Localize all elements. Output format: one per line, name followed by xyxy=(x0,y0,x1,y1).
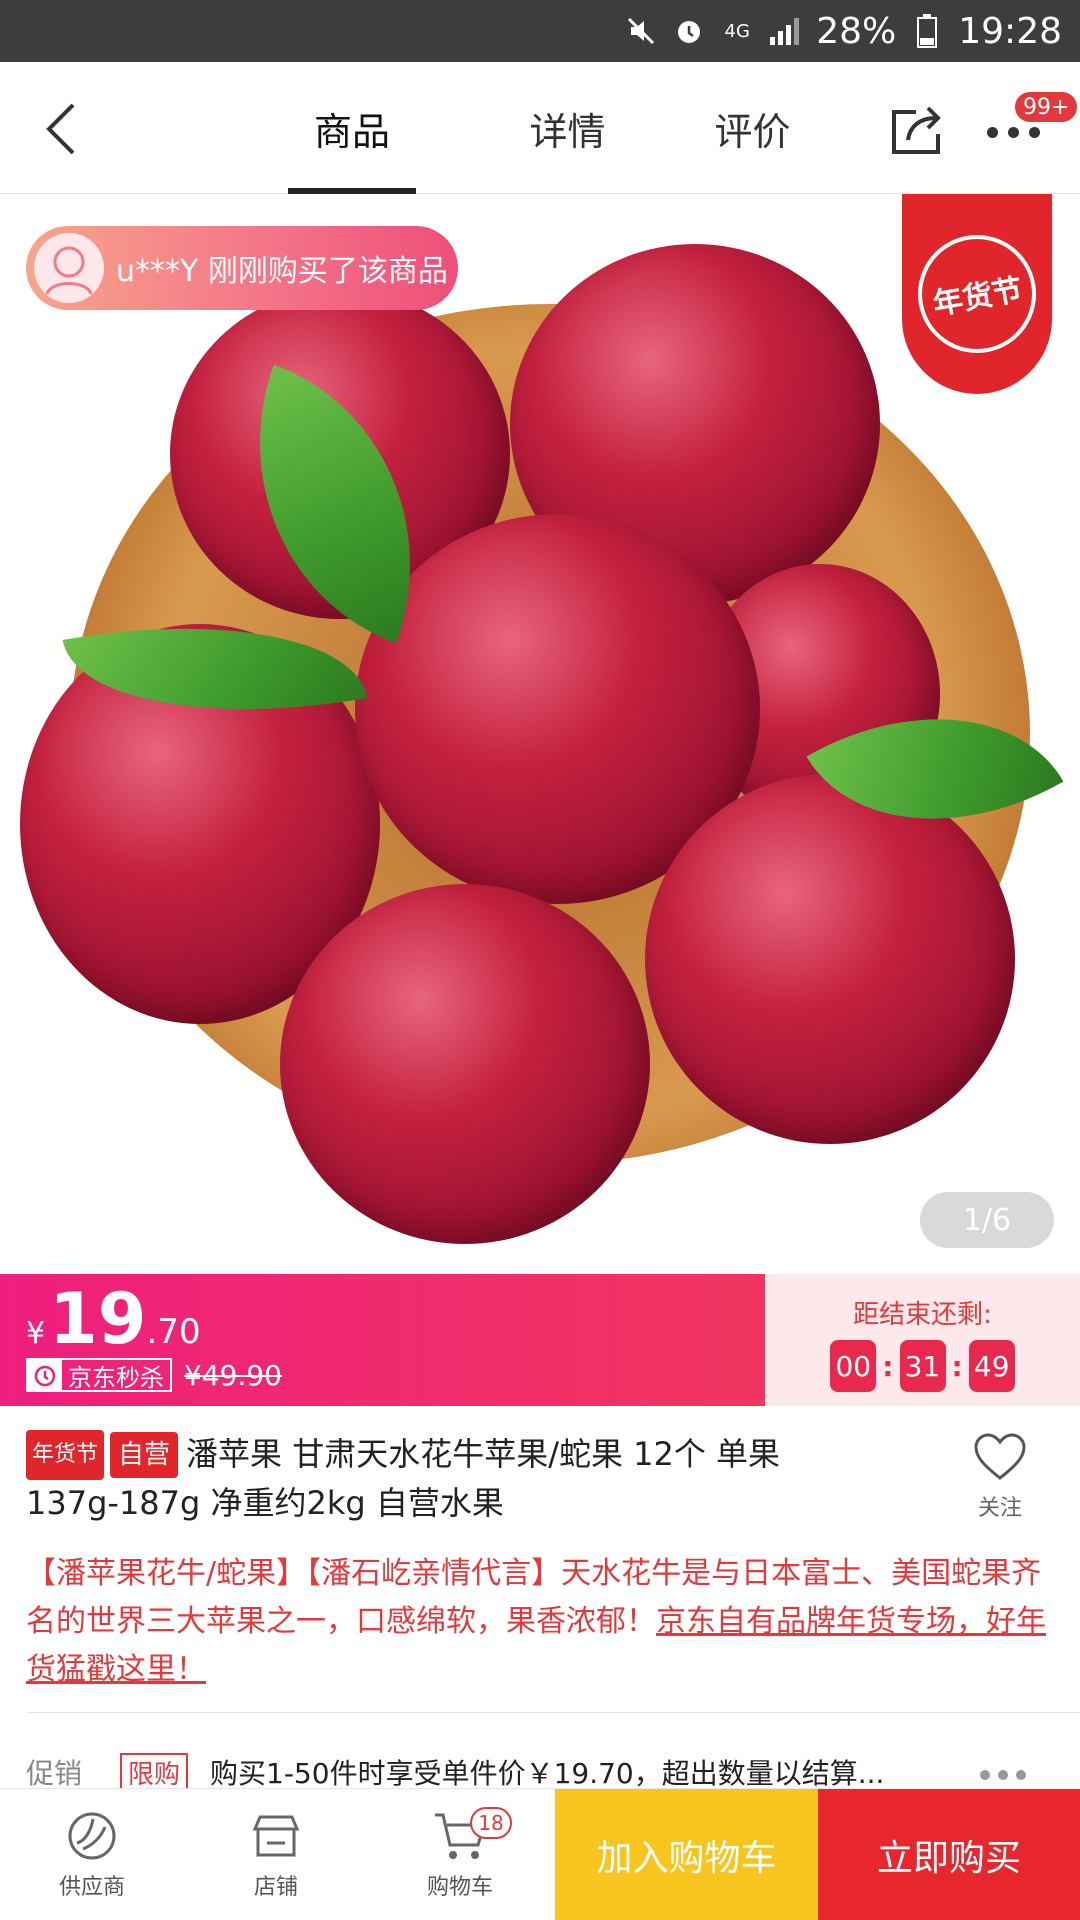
divider xyxy=(26,1712,1080,1713)
more-dot xyxy=(1028,126,1040,138)
image-pager: 1/6 xyxy=(920,1192,1054,1248)
product-title-line: 137g-187g 净重约2kg 自营水果 xyxy=(26,1480,926,1526)
buyer-toast-text: u***Y 刚刚购买了该商品 xyxy=(116,254,448,289)
original-price: ¥49.90 xyxy=(184,1358,282,1392)
seckill-row: 京东秒杀 ¥49.90 xyxy=(26,1358,282,1392)
more-dot xyxy=(980,1770,990,1780)
alarm-icon xyxy=(672,14,706,48)
product-title: 年货节 自营 潘苹果 甘肃天水花牛苹果/蛇果 12个 单果 137g-187g 净重… xyxy=(26,1430,926,1526)
recent-buyer-toast: u***Y 刚刚购买了该商品 xyxy=(26,226,458,310)
apple-image xyxy=(645,774,1015,1144)
supplier-icon xyxy=(68,1812,116,1860)
product-title-line: 年货节 自营 潘苹果 甘肃天水花牛苹果/蛇果 12个 单果 xyxy=(26,1430,926,1480)
product-promo-description: 【潘苹果花牛/蛇果】【潘石屹亲情代言】天水花牛是与日本富士、美国蛇果齐名的世界三… xyxy=(26,1550,1056,1694)
cart-button[interactable]: 购物车 18 xyxy=(370,1789,550,1920)
shop-icon xyxy=(252,1815,300,1857)
price-decimal: .70 xyxy=(146,1312,201,1352)
back-button[interactable] xyxy=(26,94,96,164)
supplier-button[interactable]: 供应商 xyxy=(2,1789,182,1920)
clock-time: 19:28 xyxy=(958,10,1062,52)
top-navigation: 商品 详情 评价 xyxy=(0,62,1080,194)
battery-icon xyxy=(910,14,944,48)
countdown-label: 距结束还剩: xyxy=(853,1300,992,1330)
countdown-colon: : xyxy=(951,1349,963,1383)
back-arrow-icon xyxy=(46,103,75,155)
more-dot xyxy=(998,1770,1008,1780)
buy-now-button[interactable]: 立即购买 xyxy=(818,1789,1080,1920)
more-dot xyxy=(1007,126,1019,138)
current-price: ¥ 19 .70 xyxy=(26,1284,201,1354)
tab-product[interactable]: 商品 xyxy=(288,62,475,194)
tab-reviews[interactable]: 评价 xyxy=(660,62,845,194)
shop-label: 店铺 xyxy=(253,1875,298,1900)
more-dot xyxy=(986,126,998,138)
follow-button[interactable]: 关注 xyxy=(960,1432,1040,1522)
promotion-label: 促销 xyxy=(26,1757,83,1790)
countdown-hours: 00 xyxy=(830,1340,877,1392)
clock-icon xyxy=(28,1358,62,1392)
more-dot xyxy=(1016,1770,1026,1780)
seckill-label: 京东秒杀 xyxy=(68,1363,164,1392)
promotion-row[interactable]: 促销 限购 购买1-50件时享受单件价￥19.70，超出数量以结算... xyxy=(26,1752,1056,1792)
countdown-seconds: 49 xyxy=(968,1340,1015,1392)
signal-icon xyxy=(768,14,802,48)
countdown-minutes: 31 xyxy=(899,1340,946,1392)
tab-bar: 商品 详情 评价 xyxy=(288,62,845,194)
countdown-timer: 00 : 31 : 49 xyxy=(765,1340,1080,1392)
avatar xyxy=(34,233,104,303)
heart-icon xyxy=(974,1433,1026,1480)
mute-icon xyxy=(624,14,658,48)
currency-symbol: ¥ xyxy=(26,1316,46,1351)
battery-percent: 28% xyxy=(816,10,897,52)
self-operated-tag: 自营 xyxy=(110,1432,179,1478)
cart-label: 购物车 xyxy=(426,1875,493,1900)
message-badge: 99+ xyxy=(1013,90,1080,124)
purchase-limit-badge: 限购 xyxy=(120,1753,189,1791)
product-title-text: 潘苹果 甘肃天水花牛苹果/蛇果 12个 单果 xyxy=(186,1435,781,1473)
share-button[interactable] xyxy=(886,100,946,160)
apple-image xyxy=(280,884,650,1244)
status-bar: 4G 28% 19:28 xyxy=(0,0,1080,62)
shop-button[interactable]: 店铺 xyxy=(186,1789,366,1920)
promotion-text: 购买1-50件时享受单件价￥19.70，超出数量以结算... xyxy=(210,1757,885,1790)
share-icon xyxy=(892,106,941,154)
seckill-badge: 京东秒杀 xyxy=(26,1358,172,1392)
cart-count-badge: 18 xyxy=(470,1807,512,1839)
tab-details[interactable]: 详情 xyxy=(475,62,660,194)
bottom-action-bar: 供应商 店铺 购物车 18 加入购物车 立即购买 xyxy=(0,1788,1080,1920)
product-image-carousel[interactable]: u***Y 刚刚购买了该商品 年货节 1/6 xyxy=(0,194,1080,1274)
add-to-cart-button[interactable]: 加入购物车 xyxy=(555,1789,818,1920)
price-strip: ¥ 19 .70 京东秒杀 ¥49.90 距结束还剩: 00 : 31 : 49 xyxy=(0,1274,1080,1406)
follow-label: 关注 xyxy=(977,1496,1022,1521)
supplier-label: 供应商 xyxy=(58,1875,125,1900)
price-integer: 19 xyxy=(49,1278,147,1360)
countdown-colon: : xyxy=(882,1349,894,1383)
countdown-panel: 距结束还剩: 00 : 31 : 49 xyxy=(765,1274,1080,1406)
promotion-more-button[interactable] xyxy=(980,1770,1026,1780)
festival-tag: 年货节 xyxy=(26,1430,105,1480)
flash-sale-price: ¥ 19 .70 京东秒杀 ¥49.90 xyxy=(0,1274,765,1406)
product-title-text: 137g-187g 净重约2kg 自营水果 xyxy=(26,1484,504,1522)
network-type-icon: 4G xyxy=(724,20,750,42)
festival-ribbon: 年货节 xyxy=(902,194,1052,394)
festival-seal: 年货节 xyxy=(908,225,1046,363)
